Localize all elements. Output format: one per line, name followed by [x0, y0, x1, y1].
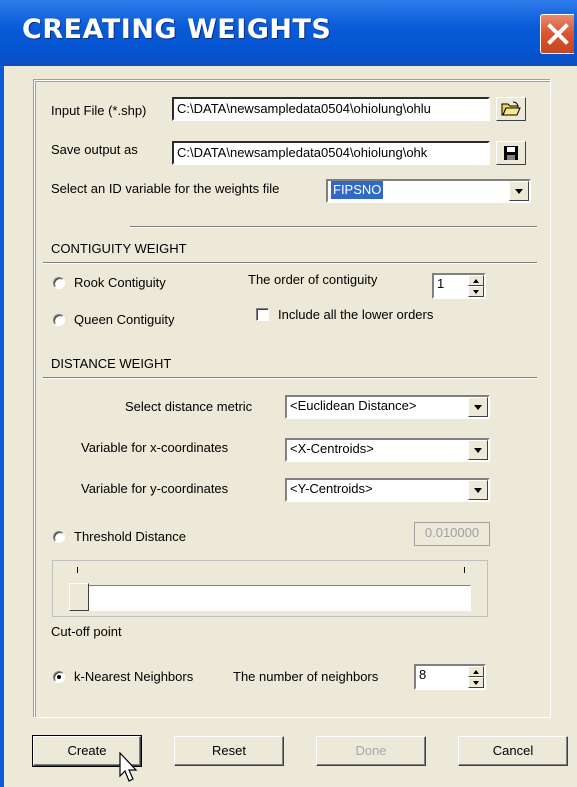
done-button[interactable]: Done	[316, 736, 426, 766]
distance-metric-select[interactable]: <Euclidean Distance>	[285, 395, 490, 419]
spin-up-icon[interactable]	[468, 666, 484, 677]
chevron-down-icon[interactable]	[468, 480, 488, 500]
neighbors-stepper[interactable]: 8	[414, 664, 486, 690]
include-lower-orders-label: Include all the lower orders	[278, 307, 434, 322]
id-variable-value: FIPSNO	[331, 181, 384, 199]
id-variable-label: Select an ID variable for the weights fi…	[51, 181, 280, 196]
slider-tick	[77, 567, 78, 573]
close-icon	[546, 23, 569, 45]
title-bar: CREATING WEIGHTS	[0, 0, 577, 66]
cutoff-point-label: Cut-off point	[51, 624, 122, 639]
window-title: CREATING WEIGHTS	[22, 14, 332, 45]
x-coordinate-select[interactable]: <X-Centroids>	[285, 438, 490, 462]
x-coordinate-value: <X-Centroids>	[290, 441, 374, 456]
rook-contiguity-label: Rook Contiguity	[74, 275, 166, 290]
include-lower-orders-checkbox[interactable]	[256, 308, 269, 321]
input-file-field[interactable]: C:\DATA\newsampledata0504\ohiolung\ohlu	[172, 97, 490, 121]
divider	[43, 262, 537, 264]
threshold-distance-radio[interactable]	[53, 531, 65, 543]
spin-up-icon[interactable]	[468, 275, 484, 286]
close-button[interactable]	[540, 14, 574, 54]
id-variable-select[interactable]: FIPSNO	[326, 179, 531, 203]
save-output-button[interactable]	[496, 141, 526, 165]
slider-tick	[464, 567, 465, 573]
distance-heading: DISTANCE WEIGHT	[51, 356, 172, 371]
divider	[43, 377, 537, 379]
y-coordinate-label: Variable for y-coordinates	[81, 481, 229, 496]
neighbors-value: 8	[419, 667, 427, 682]
queen-contiguity-label: Queen Contiguity	[74, 312, 175, 327]
contiguity-order-label: The order of contiguity	[248, 272, 378, 287]
distance-metric-value: <Euclidean Distance>	[290, 398, 417, 413]
spin-down-icon[interactable]	[468, 677, 484, 688]
threshold-distance-label: Threshold Distance	[74, 529, 186, 544]
slider-thumb[interactable]	[69, 583, 89, 611]
reset-button[interactable]: Reset	[174, 736, 284, 766]
divider	[130, 226, 537, 228]
contiguity-order-value: 1	[437, 276, 445, 291]
x-coordinate-label: Variable for x-coordinates	[81, 440, 229, 455]
window-border	[0, 66, 4, 787]
mouse-cursor-icon	[119, 752, 138, 782]
slider-track[interactable]	[73, 585, 471, 611]
input-file-label: Input File (*.shp)	[51, 103, 147, 118]
contiguity-heading: CONTIGUITY WEIGHT	[51, 241, 187, 256]
chevron-down-icon[interactable]	[509, 181, 529, 201]
cutoff-slider[interactable]	[52, 560, 488, 617]
chevron-down-icon[interactable]	[468, 440, 488, 460]
rook-contiguity-radio[interactable]	[53, 277, 65, 289]
queen-contiguity-radio[interactable]	[53, 314, 65, 326]
threshold-distance-field[interactable]: 0.010000	[414, 522, 490, 546]
knn-radio[interactable]	[53, 671, 65, 683]
folder-open-icon	[501, 101, 521, 116]
knn-label: k-Nearest Neighbors	[74, 669, 194, 684]
y-coordinate-select[interactable]: <Y-Centroids>	[285, 478, 490, 502]
spin-down-icon[interactable]	[468, 286, 484, 297]
floppy-disk-icon	[504, 146, 518, 160]
browse-input-button[interactable]	[496, 97, 526, 121]
distance-metric-label: Select distance metric	[125, 399, 253, 414]
neighbors-label: The number of neighbors	[233, 669, 379, 684]
cancel-button[interactable]: Cancel	[458, 736, 568, 766]
contiguity-order-stepper[interactable]: 1	[432, 273, 486, 299]
y-coordinate-value: <Y-Centroids>	[290, 481, 373, 496]
save-output-field[interactable]: C:\DATA\newsampledata0504\ohiolung\ohk	[172, 141, 490, 165]
save-output-label: Save output as	[51, 142, 138, 157]
chevron-down-icon[interactable]	[468, 397, 488, 417]
